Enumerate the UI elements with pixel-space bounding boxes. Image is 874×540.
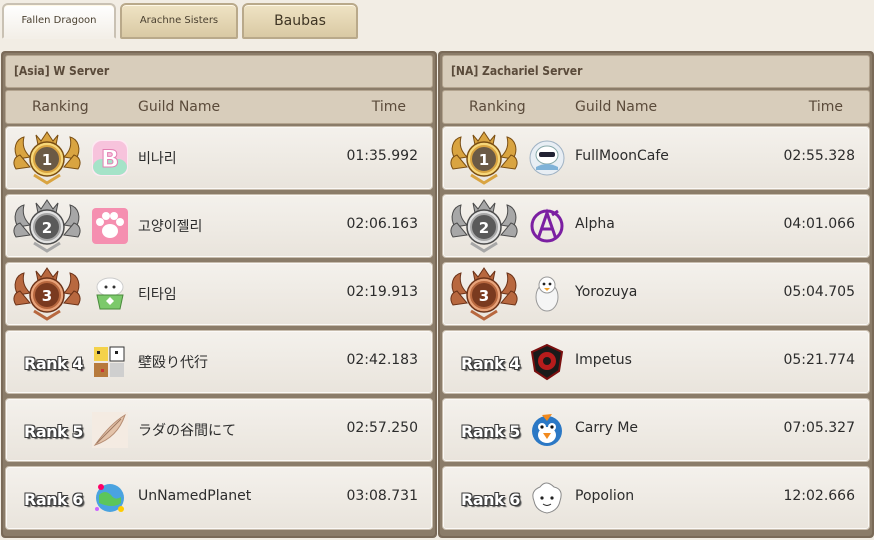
medal-number: 1 [479,151,489,169]
guild-name-column-header: Guild Name [575,99,658,115]
rank-indicator: 2 [10,197,84,255]
clear-time: 04:01.066 [783,216,855,232]
rank-indicator: 3 [447,265,521,323]
server-title-na: [NA] Zachariel Server [442,55,870,88]
ranking-row: 1 B 비나리 01:35.992 [5,126,433,190]
penguin-emblem-icon [528,275,566,313]
column-header-asia: Ranking Guild Name Time [5,90,433,124]
ranking-row: 2 Alpha 04:01.066 [442,194,870,258]
ranking-row: Rank 5 Carry Me 07:05.327 [442,398,870,462]
clear-time: 01:35.992 [346,148,418,164]
guild-name: UnNamedPlanet [138,488,252,504]
rank-indicator: Rank 6 [10,469,84,527]
rank-indicator: 1 [447,129,521,187]
ranking-row: Rank 4 Impetus 05:21.774 [442,330,870,394]
rank-indicator: Rank 5 [447,401,521,459]
guild-name: Yorozuya [575,284,638,300]
tab-baubas[interactable]: Baubas [242,3,358,39]
rank-indicator: 3 [10,265,84,323]
rank-indicator: 2 [447,197,521,255]
rank-indicator: Rank 4 [447,333,521,391]
medal-number: 2 [479,219,489,237]
guild-name: 티타임 [138,287,177,303]
server-title-asia: [Asia] W Server [5,55,433,88]
ranking-row: Rank 4 壁殴り代行 02:42.183 [5,330,433,394]
blue-bird-emblem-icon [528,411,566,449]
rank-2-medal-icon: 2 [10,199,84,259]
svg-text:B: B [101,145,119,173]
clear-time: 05:21.774 [783,352,855,368]
guild-name: 壁殴り代行 [138,355,208,371]
red-crest-emblem-icon [528,343,566,381]
rank-indicator: Rank 6 [447,469,521,527]
teacup-sheep-emblem-icon [91,275,129,313]
column-header-na: Ranking Guild Name Time [442,90,870,124]
time-column-header: Time [371,99,406,115]
ranking-column-header: Ranking [32,99,89,115]
rank-label: Rank 6 [461,490,520,509]
ranking-row: 2 고양이젤리 02:06.163 [5,194,433,258]
asia-server-panel: [Asia] W Server Ranking Guild Name Time … [1,51,437,538]
clear-time: 02:19.913 [346,284,418,300]
guild-name: Popolion [575,488,635,504]
guild-name: Impetus [575,352,632,368]
rank-3-medal-icon: 3 [10,267,84,327]
guild-name: FullMoonCafe [575,148,669,164]
guild-name: ラダの谷間にて [138,423,236,439]
tab-fallen-dragoon[interactable]: Fallen Dragoon [2,3,116,39]
guild-name: Alpha [575,216,615,232]
pixel-characters-emblem-icon [91,343,129,381]
paw-emblem-icon [91,207,129,245]
rank-3-medal-icon: 3 [447,267,521,327]
rank-label: Rank 4 [24,354,83,373]
medal-number: 3 [479,287,489,305]
rank-2-medal-icon: 2 [447,199,521,259]
ranking-row: 3 Yorozuya 05:04.705 [442,262,870,326]
medal-number: 3 [42,287,52,305]
rank-indicator: Rank 5 [10,401,84,459]
rank-1-medal-icon: 1 [10,131,84,191]
time-column-header: Time [808,99,843,115]
rank-indicator: 1 [10,129,84,187]
tab-arachne-sisters[interactable]: Arachne Sisters [120,3,238,39]
ranking-column-header: Ranking [469,99,526,115]
guild-name-column-header: Guild Name [138,99,221,115]
clear-time: 02:42.183 [346,352,418,368]
rank-indicator: Rank 4 [10,333,84,391]
clear-time: 03:08.731 [346,488,418,504]
medal-number: 2 [42,219,52,237]
letter-b-emblem-icon: B [91,139,129,177]
clear-time: 02:57.250 [346,420,418,436]
ranking-row: Rank 6 Popolion 12:02.666 [442,466,870,530]
planet-emblem-icon [91,479,129,517]
ranking-row: 1 FullMoonCafe 02:55.328 [442,126,870,190]
rank-label: Rank 5 [24,422,83,441]
rank-label: Rank 4 [461,354,520,373]
ranking-row: 3 티타임 02:19.913 [5,262,433,326]
ranking-row: Rank 5 ラダの谷間にて 02:57.250 [5,398,433,462]
medal-number: 1 [42,151,52,169]
guild-name: Carry Me [575,420,639,436]
na-server-panel: [NA] Zachariel Server Ranking Guild Name… [438,51,874,538]
rank-label: Rank 6 [24,490,83,509]
clear-time: 02:06.163 [346,216,418,232]
guild-name: 고양이젤리 [138,219,203,235]
ranking-row: Rank 6 UnNamedPlanet 03:08.731 [5,466,433,530]
rank-label: Rank 5 [461,422,520,441]
alpha-symbol-emblem-icon [528,207,566,245]
feather-emblem-icon [91,411,129,449]
rank-1-medal-icon: 1 [447,131,521,191]
clear-time: 12:02.666 [783,488,855,504]
clear-time: 05:04.705 [783,284,855,300]
clear-time: 07:05.327 [783,420,855,436]
popolion-emblem-icon [528,479,566,517]
guild-name: 비나리 [138,151,177,167]
moon-creature-emblem-icon [528,139,566,177]
clear-time: 02:55.328 [783,148,855,164]
